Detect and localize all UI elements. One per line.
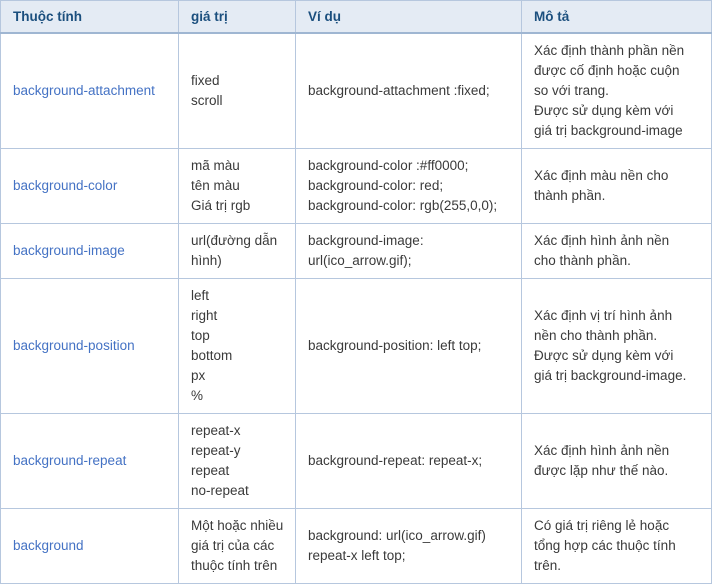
property-description-line: Được sử dụng kèm với — [534, 103, 674, 118]
property-values-line: Giá trị rgb — [191, 198, 251, 213]
property-values-line: bottom — [191, 348, 233, 363]
property-values-line: giá trị của các — [191, 538, 275, 553]
property-values-line: % — [191, 388, 204, 403]
property-values-line: scroll — [191, 93, 223, 108]
property-description-line: thành phần. — [534, 188, 606, 203]
property-name-link[interactable]: background — [0, 508, 179, 584]
table-row: background-image url(đường dẫn hình) backgr… — [0, 223, 712, 279]
property-values: repeat-x repeat-y repeat no-repeat — [178, 413, 296, 509]
property-values-line: top — [191, 328, 210, 343]
property-example-line: repeat-x left top; — [308, 548, 406, 563]
header-example: Ví dụ — [295, 0, 522, 34]
property-example-line: url(ico_arrow.gif); — [308, 253, 412, 268]
property-values-line: repeat-x — [191, 423, 241, 438]
property-values-line: px — [191, 368, 206, 383]
property-description-line: Xác định màu nền cho — [534, 168, 669, 183]
property-values-line: no-repeat — [191, 483, 249, 498]
property-name-label: background-color — [13, 178, 118, 193]
property-values-line: repeat-y — [191, 443, 241, 458]
header-property: Thuộc tính — [0, 0, 179, 34]
table-row: background-color mã màu tên màu Giá trị rgb… — [0, 148, 712, 224]
property-values-line: fixed — [191, 73, 220, 88]
property-name-link[interactable]: background-image — [0, 223, 179, 279]
property-name-link[interactable]: background-attachment — [0, 32, 179, 149]
property-description-line: trên. — [534, 558, 562, 573]
property-example: background-position: left top; — [295, 278, 522, 414]
property-values-line: mã màu — [191, 158, 240, 173]
property-example-line: background-repeat: repeat-x; — [308, 453, 483, 468]
property-example: background-color :#ff0000; background-col… — [295, 148, 522, 224]
property-values: url(đường dẫn hình) — [178, 223, 296, 279]
property-description-line: được cố định hoặc cuộn — [534, 63, 680, 78]
property-values-line: Một hoặc nhiều — [191, 518, 284, 533]
property-values-line: repeat — [191, 463, 230, 478]
property-example: background-repeat: repeat-x; — [295, 413, 522, 509]
property-description-line: Được sử dụng kèm với — [534, 348, 674, 363]
property-description: Xác định hình ảnh nền cho thành phần. — [521, 223, 712, 279]
property-values: left right top bottom px% — [178, 278, 296, 414]
property-values-line: url(đường dẫn — [191, 233, 278, 248]
property-name-link[interactable]: background-repeat — [0, 413, 179, 509]
property-values: mã màu tên màu Giá trị rgb — [178, 148, 296, 224]
property-description-line: nền cho thành phần. — [534, 328, 658, 343]
property-example-line: background-color: red; — [308, 178, 444, 193]
header-description: Mô tả — [521, 0, 712, 34]
property-example-line: background-color :#ff0000; — [308, 158, 469, 173]
property-example: background: url(ico_arrow.gif) repeat-x l… — [295, 508, 522, 584]
property-example: background-attachment :fixed; — [295, 32, 522, 149]
property-values: fixed scroll — [178, 32, 296, 149]
property-description: Có giá trị riêng lẻ hoặc tổng hợp các thu… — [521, 508, 712, 584]
table-row: background-repeat repeat-x repeat-y repeat n… — [0, 413, 712, 509]
property-example-line: background-position: left top; — [308, 338, 482, 353]
property-description-line: Có giá trị riêng lẻ hoặc — [534, 518, 670, 533]
property-example-line: background: url(ico_arrow.gif) — [308, 528, 486, 543]
table-row: background Một hoặc nhiều giá trị của các t… — [0, 508, 712, 584]
property-description-line: Xác định thành phần nền — [534, 43, 685, 58]
property-values-line: thuộc tính trên — [191, 558, 278, 573]
property-description-line: giá trị background-image. — [534, 368, 687, 383]
table-row: background-position left right top bottom px%… — [0, 278, 712, 414]
table-header-row: Thuộc tính giá trị Ví dụ Mô tả — [0, 0, 712, 34]
property-description-line: Xác định hình ảnh nền — [534, 443, 670, 458]
property-example-line: background-attachment :fixed; — [308, 83, 490, 98]
property-name-label: background-repeat — [13, 453, 127, 468]
header-value: giá trị — [178, 0, 296, 34]
property-name-label: background-image — [13, 243, 125, 258]
property-name-link[interactable]: background-position — [0, 278, 179, 414]
property-name-link[interactable]: background-color — [0, 148, 179, 224]
property-description-line: Xác định vị trí hình ảnh — [534, 308, 673, 323]
property-name-label: background-attachment — [13, 83, 155, 98]
table-row: background-attachment fixed scroll backgrou… — [0, 32, 712, 149]
property-values-line: tên màu — [191, 178, 240, 193]
property-name-label: background — [13, 538, 84, 553]
property-values: Một hoặc nhiều giá trị của các thuộc tính … — [178, 508, 296, 584]
property-values-line: left — [191, 288, 210, 303]
property-example-line: background-image: — [308, 233, 424, 248]
property-name-label: background-position — [13, 338, 135, 353]
property-example-line: background-color: rgb(255,0,0); — [308, 198, 498, 213]
property-description-line: so với trang. — [534, 83, 609, 98]
table-header: Thuộc tính giá trị Ví dụ Mô tả — [0, 0, 712, 34]
table-body: background-attachment fixed scroll backgrou… — [0, 32, 712, 584]
property-description-line: cho thành phần. — [534, 253, 631, 268]
property-description-line: được lặp như thế nào. — [534, 463, 669, 478]
css-background-properties-table-container: Thuộc tính giá trị Ví dụ Mô tả backgroun… — [0, 0, 712, 584]
property-example: background-image: url(ico_arrow.gif); — [295, 223, 522, 279]
property-values-line: right — [191, 308, 218, 323]
property-description: Xác định vị trí hình ảnh nền cho thành ph… — [521, 278, 712, 414]
property-description: Xác định hình ảnh nền được lặp như thế nà… — [521, 413, 712, 509]
property-description-line: tổng hợp các thuộc tính — [534, 538, 676, 553]
property-description: Xác định thành phần nền được cố định hoặc… — [521, 32, 712, 149]
css-background-properties-table: Thuộc tính giá trị Ví dụ Mô tả backgroun… — [0, 0, 712, 584]
property-description: Xác định màu nền cho thành phần. — [521, 148, 712, 224]
property-values-line: hình) — [191, 253, 222, 268]
property-description-line: Xác định hình ảnh nền — [534, 233, 670, 248]
property-description-line: giá trị background-image — [534, 123, 683, 138]
